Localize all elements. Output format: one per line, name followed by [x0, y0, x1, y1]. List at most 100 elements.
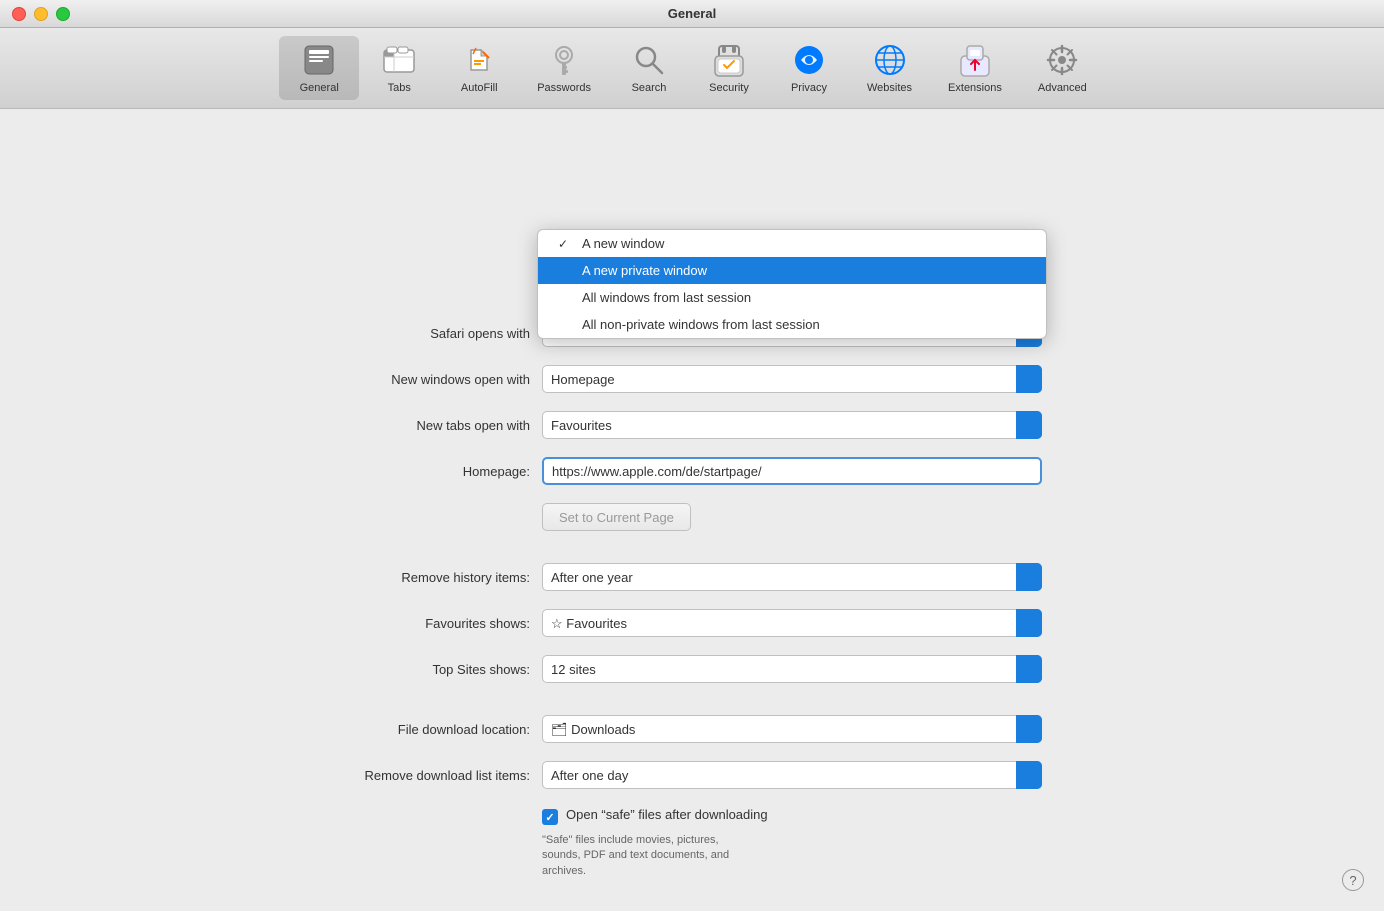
- minimize-button[interactable]: [34, 7, 48, 21]
- main-content: ✓ A new window A new private window All …: [0, 109, 1384, 911]
- dropdown-item-label: All non-private windows from last sessio…: [582, 317, 820, 332]
- set-current-page-button[interactable]: Set to Current Page: [542, 503, 691, 531]
- remove-download-control: After one day: [542, 761, 1102, 789]
- toolbar-label-passwords: Passwords: [537, 82, 591, 94]
- remove-history-stepper: [1016, 563, 1042, 591]
- toolbar-item-general[interactable]: General: [279, 36, 359, 100]
- arrow-down-icon: [1024, 730, 1034, 735]
- new-tabs-select[interactable]: Favourites: [542, 411, 1042, 439]
- favourites-shows-label: Favourites shows:: [282, 616, 542, 631]
- checkmark-icon: ✓: [558, 237, 574, 251]
- file-download-select[interactable]: 🗂 Downloads: [542, 715, 1042, 743]
- arrow-down-icon: [1024, 776, 1034, 781]
- new-tabs-control: Favourites: [542, 411, 1102, 439]
- arrow-up-icon: [1024, 769, 1034, 774]
- toolbar-item-privacy[interactable]: Privacy: [769, 36, 849, 100]
- dropdown-item-private-window[interactable]: A new private window: [538, 257, 1046, 284]
- dropdown-item-non-private[interactable]: All non-private windows from last sessio…: [538, 311, 1046, 338]
- remove-history-select-wrapper: After one year: [542, 563, 1042, 591]
- search-icon: [631, 42, 667, 78]
- arrow-down-icon: [1024, 426, 1034, 431]
- window-title: General: [668, 6, 716, 21]
- new-windows-select[interactable]: Homepage: [542, 365, 1042, 393]
- window-buttons: [12, 7, 70, 21]
- safari-opens-label: Safari opens with: [282, 326, 542, 341]
- arrow-down-icon: [1024, 578, 1034, 583]
- dropdown-item-last-session[interactable]: All windows from last session: [538, 284, 1046, 311]
- file-download-select-wrapper: 🗂 Downloads: [542, 715, 1042, 743]
- toolbar-label-security: Security: [709, 82, 749, 94]
- toolbar-item-autofill[interactable]: AutoFill: [439, 36, 519, 100]
- security-icon: [711, 42, 747, 78]
- new-windows-control: Homepage: [542, 365, 1102, 393]
- favourites-shows-control: ☆ Favourites: [542, 609, 1102, 637]
- remove-download-label: Remove download list items:: [282, 768, 542, 783]
- file-download-control: 🗂 Downloads: [542, 715, 1102, 743]
- arrow-down-icon: [1024, 380, 1034, 385]
- arrow-down-icon: [1024, 670, 1034, 675]
- homepage-row: Homepage:: [282, 457, 1102, 485]
- remove-download-select[interactable]: After one day: [542, 761, 1042, 789]
- close-button[interactable]: [12, 7, 26, 21]
- advanced-icon: [1044, 42, 1080, 78]
- set-current-page-control: Set to Current Page: [542, 503, 1102, 531]
- open-safe-files-checkbox[interactable]: ✓: [542, 809, 558, 825]
- remove-history-label: Remove history items:: [282, 570, 542, 585]
- remove-download-select-wrapper: After one day: [542, 761, 1042, 789]
- homepage-input[interactable]: [542, 457, 1042, 485]
- checkbox-checkmark-icon: ✓: [545, 811, 554, 824]
- remove-history-control: After one year: [542, 563, 1102, 591]
- dropdown-item-new-window[interactable]: ✓ A new window: [538, 230, 1046, 257]
- title-bar: General: [0, 0, 1384, 28]
- privacy-icon: [791, 42, 827, 78]
- favourites-select[interactable]: ☆ Favourites: [542, 609, 1042, 637]
- new-tabs-row: New tabs open with Favourites: [282, 411, 1102, 439]
- remove-history-select[interactable]: After one year: [542, 563, 1042, 591]
- toolbar-label-search: Search: [632, 82, 667, 94]
- toolbar-item-extensions[interactable]: Extensions: [930, 36, 1020, 100]
- file-download-stepper: [1016, 715, 1042, 743]
- new-tabs-select-wrapper: Favourites: [542, 411, 1042, 439]
- open-safe-files-sublabel-text: "Safe" files include movies, pictures,so…: [542, 834, 729, 877]
- dropdown-item-label: A new private window: [582, 263, 707, 278]
- toolbar-label-websites: Websites: [867, 82, 912, 94]
- toolbar-item-websites[interactable]: Websites: [849, 36, 930, 100]
- safari-opens-dropdown[interactable]: ✓ A new window A new private window All …: [537, 229, 1047, 339]
- passwords-icon: [546, 42, 582, 78]
- remove-history-row: Remove history items: After one year: [282, 563, 1102, 591]
- arrow-up-icon: [1024, 663, 1034, 668]
- file-download-row: File download location: 🗂 Downloads: [282, 715, 1102, 743]
- toolbar-item-tabs[interactable]: Tabs: [359, 36, 439, 100]
- maximize-button[interactable]: [56, 7, 70, 21]
- toolbar: General Tabs Aut: [0, 28, 1384, 109]
- toolbar-label-privacy: Privacy: [791, 82, 827, 94]
- help-button[interactable]: ?: [1342, 869, 1364, 891]
- top-sites-label: Top Sites shows:: [282, 662, 542, 677]
- favourites-shows-row: Favourites shows: ☆ Favourites: [282, 609, 1102, 637]
- arrow-up-icon: [1024, 723, 1034, 728]
- new-windows-label: New windows open with: [282, 372, 542, 387]
- tabs-icon: [381, 42, 417, 78]
- new-windows-select-wrapper: Homepage: [542, 365, 1042, 393]
- toolbar-item-passwords[interactable]: Passwords: [519, 36, 609, 100]
- websites-icon: [872, 42, 908, 78]
- toolbar-item-security[interactable]: Security: [689, 36, 769, 100]
- open-safe-files-sublabel: "Safe" files include movies, pictures,so…: [542, 833, 1102, 879]
- top-sites-select[interactable]: 12 sites: [542, 655, 1042, 683]
- toolbar-label-tabs: Tabs: [388, 82, 411, 94]
- arrow-up-icon: [1024, 373, 1034, 378]
- arrow-up-icon: [1024, 419, 1034, 424]
- toolbar-item-advanced[interactable]: Advanced: [1020, 36, 1105, 100]
- autofill-icon: [461, 42, 497, 78]
- toolbar-label-advanced: Advanced: [1038, 82, 1087, 94]
- toolbar-label-general: General: [300, 82, 339, 94]
- top-sites-control: 12 sites: [542, 655, 1102, 683]
- toolbar-item-search[interactable]: Search: [609, 36, 689, 100]
- new-windows-stepper: [1016, 365, 1042, 393]
- top-sites-select-wrapper: 12 sites: [542, 655, 1042, 683]
- dropdown-item-label: A new window: [582, 236, 664, 251]
- arrow-down-icon: [1024, 624, 1034, 629]
- favourites-select-wrapper: ☆ Favourites: [542, 609, 1042, 637]
- homepage-control: [542, 457, 1102, 485]
- remove-download-stepper: [1016, 761, 1042, 789]
